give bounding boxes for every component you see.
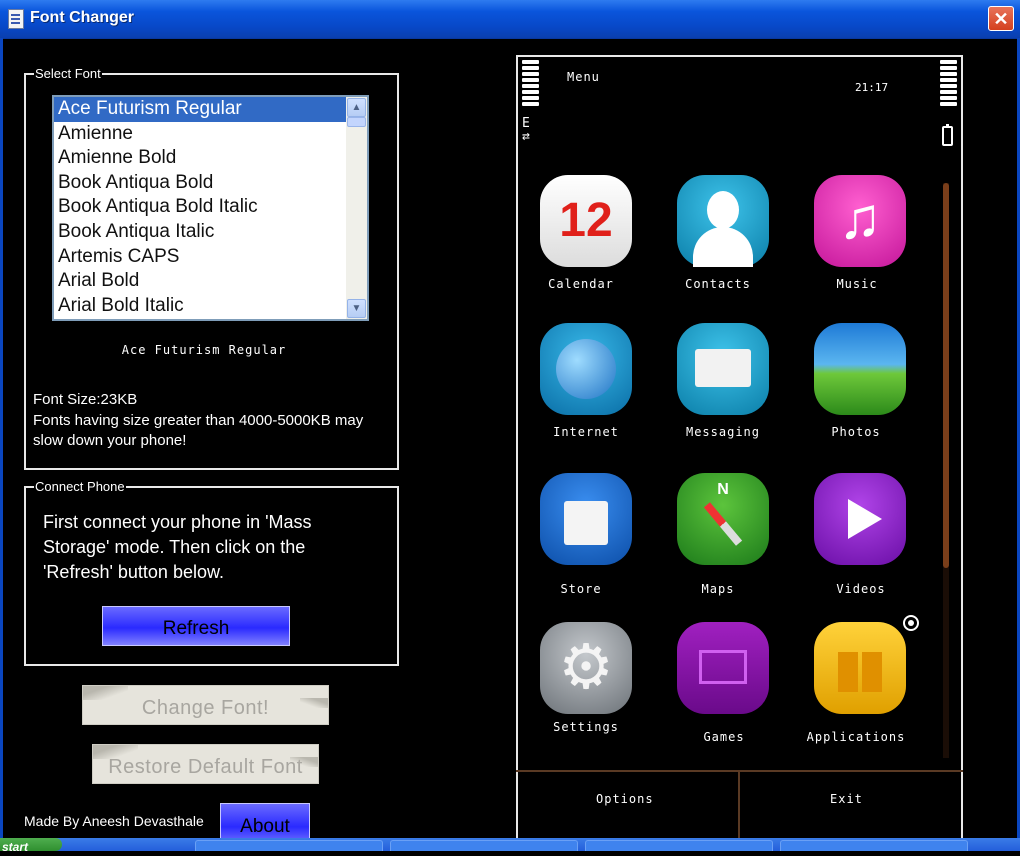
- taskbar-item[interactable]: [585, 840, 773, 851]
- envelope-body-icon: [695, 349, 751, 387]
- scroll-up-arrow-icon[interactable]: ▲: [347, 98, 366, 117]
- game-folder-icon[interactable]: [677, 622, 769, 714]
- font-size-label: Font Size:23KB: [33, 391, 138, 408]
- font-list-item[interactable]: Book Antiqua Bold: [54, 171, 346, 196]
- refresh-button[interactable]: Refresh: [102, 606, 290, 646]
- battery-icon: [942, 124, 953, 146]
- gear-center-icon: ⚙: [558, 633, 614, 702]
- font-preview: Ace Futurism Regular: [121, 343, 287, 357]
- title-bar: Font Changer ✕: [0, 0, 1020, 39]
- game-screen-icon: [699, 650, 747, 684]
- font-list-item[interactable]: Artemis CAPS: [54, 245, 346, 270]
- close-button[interactable]: ✕: [988, 6, 1014, 31]
- compass-north-label: N: [717, 481, 729, 498]
- phone-softkeys: Options Exit: [516, 770, 963, 842]
- applications-folder-icon[interactable]: [814, 622, 906, 714]
- music-icon[interactable]: ♫: [814, 175, 906, 267]
- font-list-item[interactable]: Book Antiqua Italic: [54, 220, 346, 245]
- window-title: Font Changer: [30, 9, 134, 26]
- app-label-store: Store: [560, 582, 602, 596]
- person-shoulders-icon: [693, 227, 753, 267]
- battery-level-icon: [940, 60, 957, 108]
- softkey-exit[interactable]: Exit: [830, 792, 863, 806]
- landscape-icon[interactable]: [814, 323, 906, 415]
- font-list-items: Ace Futurism Regular Amienne Amienne Bold B…: [54, 97, 346, 318]
- play-triangle-icon: [848, 499, 882, 539]
- size-warning: Fonts having size greater than 4000-5000…: [33, 412, 364, 449]
- play-icon[interactable]: [814, 473, 906, 565]
- app-label-internet: Internet: [553, 425, 619, 439]
- scroll-down-arrow-icon[interactable]: ▼: [347, 299, 366, 318]
- font-list-item[interactable]: Ace Futurism Regular: [54, 97, 346, 122]
- app-label-contacts: Contacts: [685, 277, 751, 291]
- change-font-button[interactable]: Change Font!: [82, 685, 329, 725]
- globe-sphere-icon: [556, 339, 616, 399]
- scroll-thumb[interactable]: [347, 117, 366, 127]
- network-edge-icon: E ⇄: [522, 116, 530, 144]
- bag-body-icon: [564, 501, 608, 545]
- app-label-music: Music: [836, 277, 878, 291]
- font-list-item[interactable]: Amienne Bold: [54, 146, 346, 171]
- compass-icon[interactable]: N: [677, 473, 769, 565]
- calendar-icon[interactable]: 12: [540, 175, 632, 267]
- font-listbox[interactable]: Ace Futurism Regular Amienne Amienne Bold B…: [52, 95, 369, 321]
- font-list-item[interactable]: Book Antiqua Bold Italic: [54, 195, 346, 220]
- about-button[interactable]: About: [220, 803, 310, 843]
- app-label-videos: Videos: [836, 582, 886, 596]
- person-silhouette-icon: [707, 191, 739, 229]
- taskbar-item[interactable]: [780, 840, 968, 851]
- phone-scroll-thumb[interactable]: [943, 183, 949, 568]
- start-button[interactable]: start: [0, 838, 62, 854]
- taskbar-item[interactable]: [195, 840, 383, 851]
- contacts-icon[interactable]: [677, 175, 769, 267]
- select-font-legend: Select Font: [35, 66, 101, 81]
- app-label-maps: Maps: [701, 582, 735, 596]
- restore-default-font-button[interactable]: Restore Default Font: [92, 744, 319, 784]
- envelope-icon[interactable]: [677, 323, 769, 415]
- music-note-icon: ♫: [838, 186, 882, 251]
- font-list-item[interactable]: Arial Bold: [54, 269, 346, 294]
- app-label-calendar: Calendar: [548, 277, 614, 291]
- network-indicator-text: E: [522, 116, 530, 131]
- font-list-item[interactable]: Amienne: [54, 122, 346, 147]
- app-label-games: Games: [703, 730, 745, 744]
- credit-text: Made By Aneesh Devasthale: [24, 813, 204, 829]
- window-frame-left: [0, 38, 3, 838]
- softkey-options[interactable]: Options: [596, 792, 654, 806]
- globe-icon[interactable]: [540, 323, 632, 415]
- phone-menu-title: Menu: [567, 70, 600, 84]
- app-label-applications: Applications: [806, 730, 906, 744]
- app-label-messaging: Messaging: [685, 425, 761, 439]
- taskbar-item[interactable]: [390, 840, 578, 851]
- phone-clock: 21:17: [855, 81, 889, 94]
- connect-phone-legend: Connect Phone: [35, 479, 125, 494]
- app-icon: [8, 9, 24, 29]
- calendar-day-number: 12: [559, 194, 613, 247]
- selection-radio-icon: [903, 615, 919, 631]
- connect-instructions: First connect your phone in 'Mass Storag…: [43, 512, 312, 582]
- font-list-scrollbar[interactable]: ▲ ▼: [346, 97, 367, 319]
- shopping-bag-icon[interactable]: [540, 473, 632, 565]
- softkey-divider: [738, 772, 740, 842]
- font-list-item[interactable]: Arial Bold Italic: [54, 294, 346, 319]
- gear-icon[interactable]: ⚙: [540, 622, 632, 714]
- app-label-photos: Photos: [831, 425, 881, 439]
- applications-grid-icon: [838, 652, 882, 692]
- compass-needle-icon: [703, 502, 743, 546]
- app-label-settings: Settings: [553, 720, 619, 734]
- signal-strength-icon: [522, 60, 539, 108]
